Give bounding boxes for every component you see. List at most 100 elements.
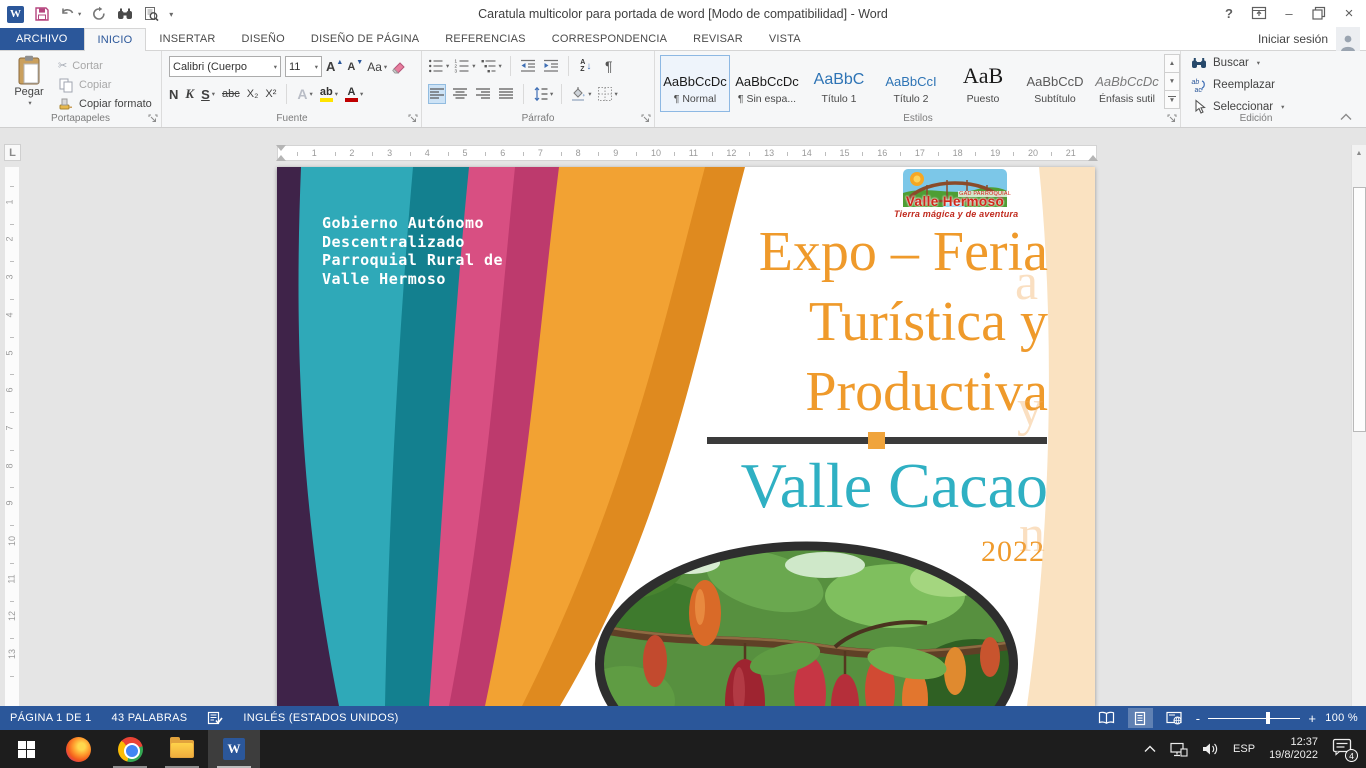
save-icon[interactable] [34, 5, 50, 23]
scroll-up-icon[interactable]: ▲ [1352, 145, 1366, 161]
font-dialog-launcher[interactable] [408, 114, 418, 124]
clock[interactable]: 12:37 19/8/2022 [1269, 736, 1318, 762]
cut-button[interactable]: ✂Cortar [58, 56, 152, 75]
tab-diseno[interactable]: DISEÑO [229, 28, 298, 50]
highlight-button[interactable]: ab▾ [320, 84, 338, 104]
organization-text[interactable]: Gobierno Autónomo Descentralizado Parroq… [322, 214, 503, 288]
find-button[interactable]: Buscar▾ [1191, 53, 1331, 73]
minimize-icon[interactable]: – [1274, 0, 1304, 26]
grow-font-button[interactable]: A▲ [326, 57, 343, 77]
style-no-spacing[interactable]: AaBbCcDc¶ Sin espa... [732, 55, 802, 112]
zoom-slider[interactable] [1208, 711, 1300, 725]
help-icon[interactable]: ? [1214, 0, 1244, 26]
first-line-indent-marker[interactable] [276, 145, 286, 151]
tab-stop-selector[interactable]: L [4, 144, 21, 161]
valle-hermoso-logo[interactable]: Valle Hermoso GAD PARROQUIAL Tierra mági… [894, 169, 1016, 219]
tab-referencias[interactable]: REFERENCIAS [432, 28, 538, 50]
paste-button[interactable]: Pegar ▾ [7, 55, 51, 113]
styles-dialog-launcher[interactable] [1167, 114, 1177, 124]
shrink-font-button[interactable]: A▼ [347, 57, 363, 77]
redo-icon[interactable] [91, 5, 107, 23]
bold-button[interactable]: N [169, 84, 178, 104]
zoom-slider-thumb[interactable] [1266, 712, 1270, 724]
action-center[interactable]: 4 [1332, 738, 1354, 760]
start-button[interactable] [0, 730, 52, 768]
decrease-indent-button[interactable] [519, 56, 537, 76]
change-case-button[interactable]: Aa▾ [367, 57, 387, 77]
zoom-in-button[interactable]: + [1308, 711, 1316, 726]
show-hidden-icons[interactable] [1144, 745, 1156, 753]
justify-button[interactable] [497, 84, 515, 104]
styles-more-button[interactable]: ▼ [1164, 90, 1180, 109]
find-icon[interactable] [117, 5, 133, 23]
tab-diseno-pagina[interactable]: DISEÑO DE PÁGINA [298, 28, 432, 50]
sort-button[interactable]: AZ↓ [577, 56, 595, 76]
proofing-icon[interactable] [207, 711, 223, 726]
tab-insertar[interactable]: INSERTAR [146, 28, 228, 50]
replace-button[interactable]: abac Reemplazar [1191, 75, 1331, 95]
tab-inicio[interactable]: INICIO [84, 28, 147, 51]
numbering-button[interactable]: 123▾ [454, 56, 475, 76]
read-mode-icon[interactable] [1094, 708, 1119, 728]
language-tray[interactable]: ESP [1233, 743, 1255, 755]
font-color-button[interactable]: A▾ [345, 84, 363, 104]
ribbon-display-icon[interactable] [1244, 0, 1274, 26]
font-family-select[interactable]: Calibri (Cuerpo▾ [169, 56, 281, 77]
right-indent-marker[interactable] [1088, 155, 1098, 161]
style-subtitle[interactable]: AaBbCcDSubtítulo [1020, 55, 1090, 112]
tab-revisar[interactable]: REVISAR [680, 28, 756, 50]
event-name[interactable]: Valle Cacao [741, 449, 1048, 523]
document-page[interactable]: Gobierno Autónomo Descentralizado Parroq… [277, 167, 1095, 706]
underline-button[interactable]: S▾ [201, 84, 215, 104]
align-center-button[interactable] [451, 84, 469, 104]
text-effects-button[interactable]: A▾ [297, 84, 312, 104]
horizontal-ruler[interactable]: 123456789101112131415161718192021 [277, 145, 1097, 161]
font-size-select[interactable]: 11▾ [285, 56, 322, 77]
clear-formatting-button[interactable] [391, 57, 407, 77]
zoom-out-button[interactable]: - [1196, 711, 1201, 726]
style-heading2[interactable]: AaBbCcITítulo 2 [876, 55, 946, 112]
web-layout-icon[interactable] [1162, 708, 1187, 728]
strikethrough-button[interactable]: abc [222, 84, 240, 104]
word-count[interactable]: 43 PALABRAS [112, 712, 188, 724]
tab-correspondencia[interactable]: CORRESPONDENCIA [539, 28, 680, 50]
italic-button[interactable]: K [185, 84, 194, 104]
language-indicator[interactable]: INGLÉS (ESTADOS UNIDOS) [243, 712, 398, 724]
styles-scroll-up[interactable]: ▲ [1164, 54, 1180, 73]
taskbar-firefox[interactable] [52, 730, 104, 768]
show-marks-button[interactable]: ¶ [600, 56, 618, 76]
styles-scroll-down[interactable]: ▼ [1164, 72, 1180, 91]
zoom-level[interactable]: 100 % [1325, 712, 1358, 724]
style-title[interactable]: AaBPuesto [948, 55, 1018, 112]
multilevel-list-button[interactable]: ▾ [481, 56, 502, 76]
increase-indent-button[interactable] [542, 56, 560, 76]
network-icon[interactable] [1170, 742, 1188, 757]
taskbar-explorer[interactable] [156, 730, 208, 768]
volume-icon[interactable] [1202, 742, 1219, 756]
taskbar-chrome[interactable] [104, 730, 156, 768]
superscript-button[interactable]: X² [265, 84, 276, 104]
line-spacing-button[interactable]: ▾ [532, 84, 553, 104]
borders-button[interactable]: ▾ [597, 84, 618, 104]
print-layout-icon[interactable] [1128, 708, 1153, 728]
paragraph-dialog-launcher[interactable] [641, 114, 651, 124]
bullets-button[interactable]: ▾ [428, 56, 449, 76]
align-right-button[interactable] [474, 84, 492, 104]
hanging-indent-marker[interactable] [276, 155, 286, 161]
sign-in[interactable]: Iniciar sesión [1258, 28, 1366, 50]
word-app-icon[interactable]: W [7, 6, 24, 23]
vertical-ruler[interactable]: 12345678910111213 [5, 167, 19, 706]
tab-vista[interactable]: VISTA [756, 28, 814, 50]
vertical-scrollbar[interactable]: ▲ [1351, 145, 1366, 706]
collapse-ribbon-icon[interactable] [1340, 113, 1352, 121]
title-divider[interactable] [707, 437, 1047, 444]
close-icon[interactable]: × [1334, 0, 1364, 26]
shading-button[interactable]: ▾ [570, 84, 591, 104]
taskbar-word[interactable]: W [208, 730, 260, 768]
undo-icon[interactable]: ▾ [60, 5, 81, 23]
print-preview-icon[interactable] [143, 5, 159, 23]
cover-title[interactable]: Expo – Feria Turística y Productiva [759, 217, 1048, 427]
subscript-button[interactable]: X₂ [247, 84, 259, 104]
style-heading1[interactable]: AaBbCTítulo 1 [804, 55, 874, 112]
cacao-photo[interactable] [595, 541, 1018, 706]
